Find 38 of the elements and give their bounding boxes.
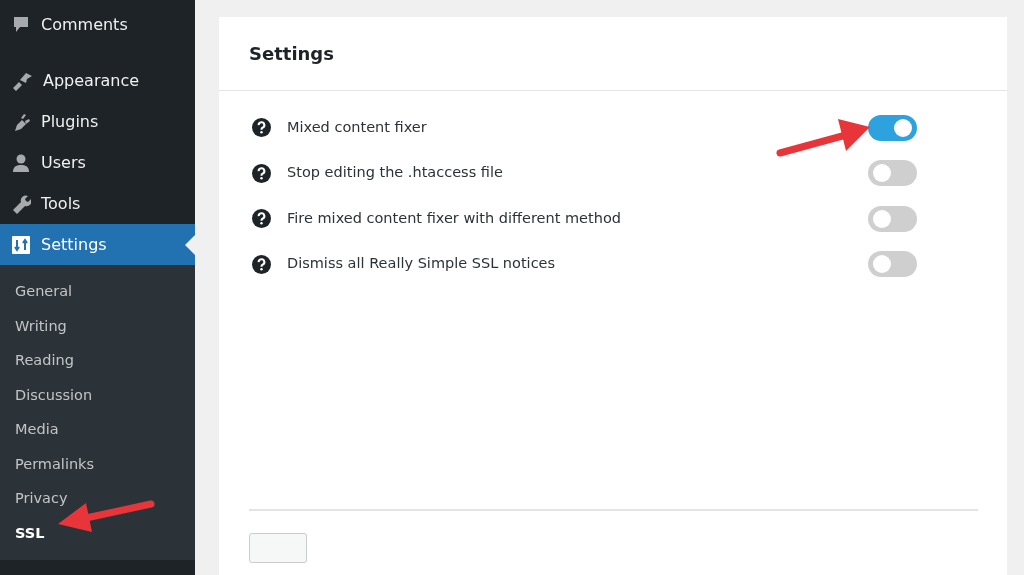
menu-label: Plugins <box>41 110 99 133</box>
sliders-icon <box>11 234 31 255</box>
option-label: Dismiss all Really Simple SSL notices <box>287 254 556 274</box>
card-title: Settings <box>249 42 334 66</box>
menu-item[interactable]: Settings <box>0 224 195 265</box>
toggle-switch[interactable] <box>868 205 917 232</box>
help-icon[interactable] <box>252 209 271 229</box>
paintbrush-icon <box>11 70 33 91</box>
help-icon[interactable] <box>252 163 271 183</box>
submenu-item[interactable]: Media <box>0 412 195 447</box>
footer-button[interactable] <box>249 533 307 563</box>
submenu-item[interactable]: General <box>0 274 195 309</box>
menu-item[interactable]: Users <box>0 142 195 183</box>
menu-label: Settings <box>41 233 107 256</box>
submenu-item[interactable]: SSL <box>0 515 195 550</box>
toggle-switch[interactable] <box>868 251 917 278</box>
user-icon <box>11 152 31 173</box>
wrench-icon <box>11 193 31 214</box>
submenu-item[interactable]: Discussion <box>0 377 195 412</box>
toggle-switch[interactable] <box>868 114 917 141</box>
menu-item[interactable]: Plugins <box>0 101 195 142</box>
toggle-switch[interactable] <box>868 160 917 187</box>
menu-item[interactable]: Comments <box>0 4 195 45</box>
menu-item[interactable]: Appearance <box>0 60 195 101</box>
submenu-item[interactable]: Permalinks <box>0 446 195 481</box>
menu-label: Comments <box>41 13 128 36</box>
submenu-item[interactable]: Reading <box>0 343 195 378</box>
option-label: Fire mixed content fixer with different method <box>287 208 621 228</box>
menu-item[interactable]: Tools <box>0 183 195 224</box>
help-icon[interactable] <box>252 254 271 274</box>
submenu-item[interactable]: Privacy <box>0 481 195 516</box>
menu-label: Appearance <box>43 69 140 92</box>
option-label: Stop editing the .htaccess file <box>287 163 503 183</box>
menu-label: Tools <box>41 192 81 215</box>
submenu-item[interactable]: Writing <box>0 308 195 343</box>
option-label: Mixed content fixer <box>287 117 427 137</box>
menu-label: Users <box>41 151 86 174</box>
help-icon[interactable] <box>252 118 271 138</box>
